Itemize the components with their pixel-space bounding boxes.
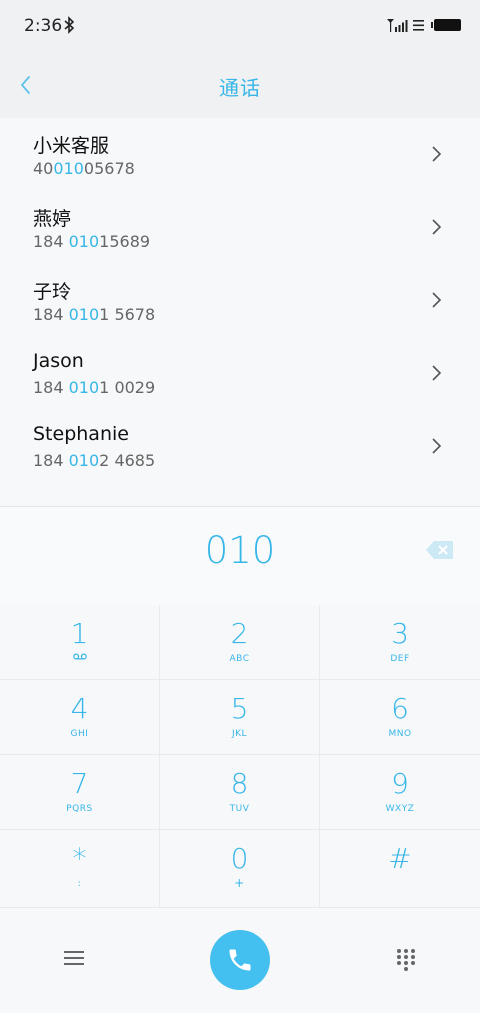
key-9[interactable]: 9 WXYZ — [320, 755, 480, 830]
dialpad-icon[interactable] — [396, 948, 416, 972]
contact-name: 燕婷 — [33, 208, 72, 230]
key-digit: 0 — [230, 842, 249, 875]
key-0[interactable]: 0 + — [160, 830, 320, 908]
key-5[interactable]: 5 JKL — [160, 680, 320, 755]
phone-icon — [229, 949, 251, 971]
list-item[interactable]: 小米客服 4001005678 — [0, 118, 480, 191]
key-letters: MNO — [388, 729, 412, 739]
key-letters: JKL — [231, 729, 248, 739]
contact-name: Jason — [33, 350, 84, 372]
key-letters: GHI — [70, 729, 89, 739]
dial-display: 010 — [0, 506, 480, 606]
contact-number: 4001005678 — [33, 159, 135, 178]
key-digit: # — [388, 842, 412, 875]
key-8[interactable]: 8 TUV — [160, 755, 320, 830]
key-digit: 7 — [70, 767, 89, 800]
contact-list[interactable]: 小米客服 4001005678 燕婷 184 01015689 子玲 184 0… — [0, 118, 480, 506]
contact-number: 184 0101 5678 — [33, 305, 156, 324]
contact-number: 184 0102 4685 — [33, 451, 156, 470]
key-letters: PQRS — [66, 804, 93, 814]
battery-icon — [431, 19, 461, 31]
contact-name: Stephanie — [33, 423, 129, 445]
key-digit: 4 — [70, 692, 89, 725]
bottom-bar — [0, 908, 480, 1013]
list-item[interactable]: 燕婷 184 01015689 — [0, 191, 480, 264]
voicemail-icon — [73, 653, 87, 660]
key-6[interactable]: 6 MNO — [320, 680, 480, 755]
backspace-button[interactable] — [425, 539, 455, 561]
menu-button[interactable] — [63, 949, 85, 967]
list-item[interactable]: Stephanie 184 0102 4685 — [0, 410, 480, 483]
dialed-number: 010 — [204, 529, 276, 572]
key-digit: 5 — [230, 692, 249, 725]
contact-name: 子玲 — [33, 281, 72, 303]
contact-name: 小米客服 — [33, 135, 110, 157]
key-digit: 3 — [391, 617, 409, 650]
key-digit: 8 — [230, 767, 249, 800]
key-letters: ABC — [229, 654, 250, 664]
chevron-right-icon[interactable] — [430, 217, 442, 237]
key-letters: TUV — [229, 804, 250, 814]
key-digit: 9 — [391, 767, 409, 800]
bluetooth-icon — [64, 16, 75, 34]
notification-lines-icon — [413, 20, 424, 31]
key-3[interactable]: 3 DEF — [320, 605, 480, 680]
chevron-right-icon[interactable] — [430, 436, 442, 456]
key-letters: DEF — [390, 654, 410, 664]
chevron-right-icon[interactable] — [430, 144, 442, 164]
status-time: 2:36 — [24, 16, 63, 36]
key-digit: 2 — [230, 617, 249, 650]
key-2[interactable]: 2 ABC — [160, 605, 320, 680]
key-digit: 6 — [391, 692, 409, 725]
key-digit: 1 — [70, 617, 89, 650]
contact-number: 184 0101 0029 — [33, 378, 156, 397]
key-star[interactable]: * : — [0, 830, 160, 908]
key-4[interactable]: 4 GHI — [0, 680, 160, 755]
header: 通话 — [0, 52, 480, 118]
signal-icon — [387, 19, 408, 32]
key-1[interactable]: 1 — [0, 605, 160, 680]
key-digit: * — [72, 842, 87, 875]
key-7[interactable]: 7 PQRS — [0, 755, 160, 830]
key-hash[interactable]: # — [320, 830, 480, 908]
list-item[interactable]: Jason 184 0101 0029 — [0, 337, 480, 410]
call-button[interactable] — [210, 930, 270, 990]
status-bar: 2:36 — [0, 0, 480, 52]
chevron-right-icon[interactable] — [430, 290, 442, 310]
key-letters: WXYZ — [385, 804, 415, 814]
chevron-right-icon[interactable] — [430, 363, 442, 383]
keypad: 1 2 ABC 3 DEF 4 GHI 5 JKL 6 MNO 7 PQRS 8… — [0, 605, 480, 908]
contact-number: 184 01015689 — [33, 232, 151, 251]
page-title: 通话 — [219, 76, 261, 100]
key-letters: : — [77, 879, 82, 889]
list-item[interactable]: 子玲 184 0101 5678 — [0, 264, 480, 337]
key-letters: + — [234, 876, 245, 890]
